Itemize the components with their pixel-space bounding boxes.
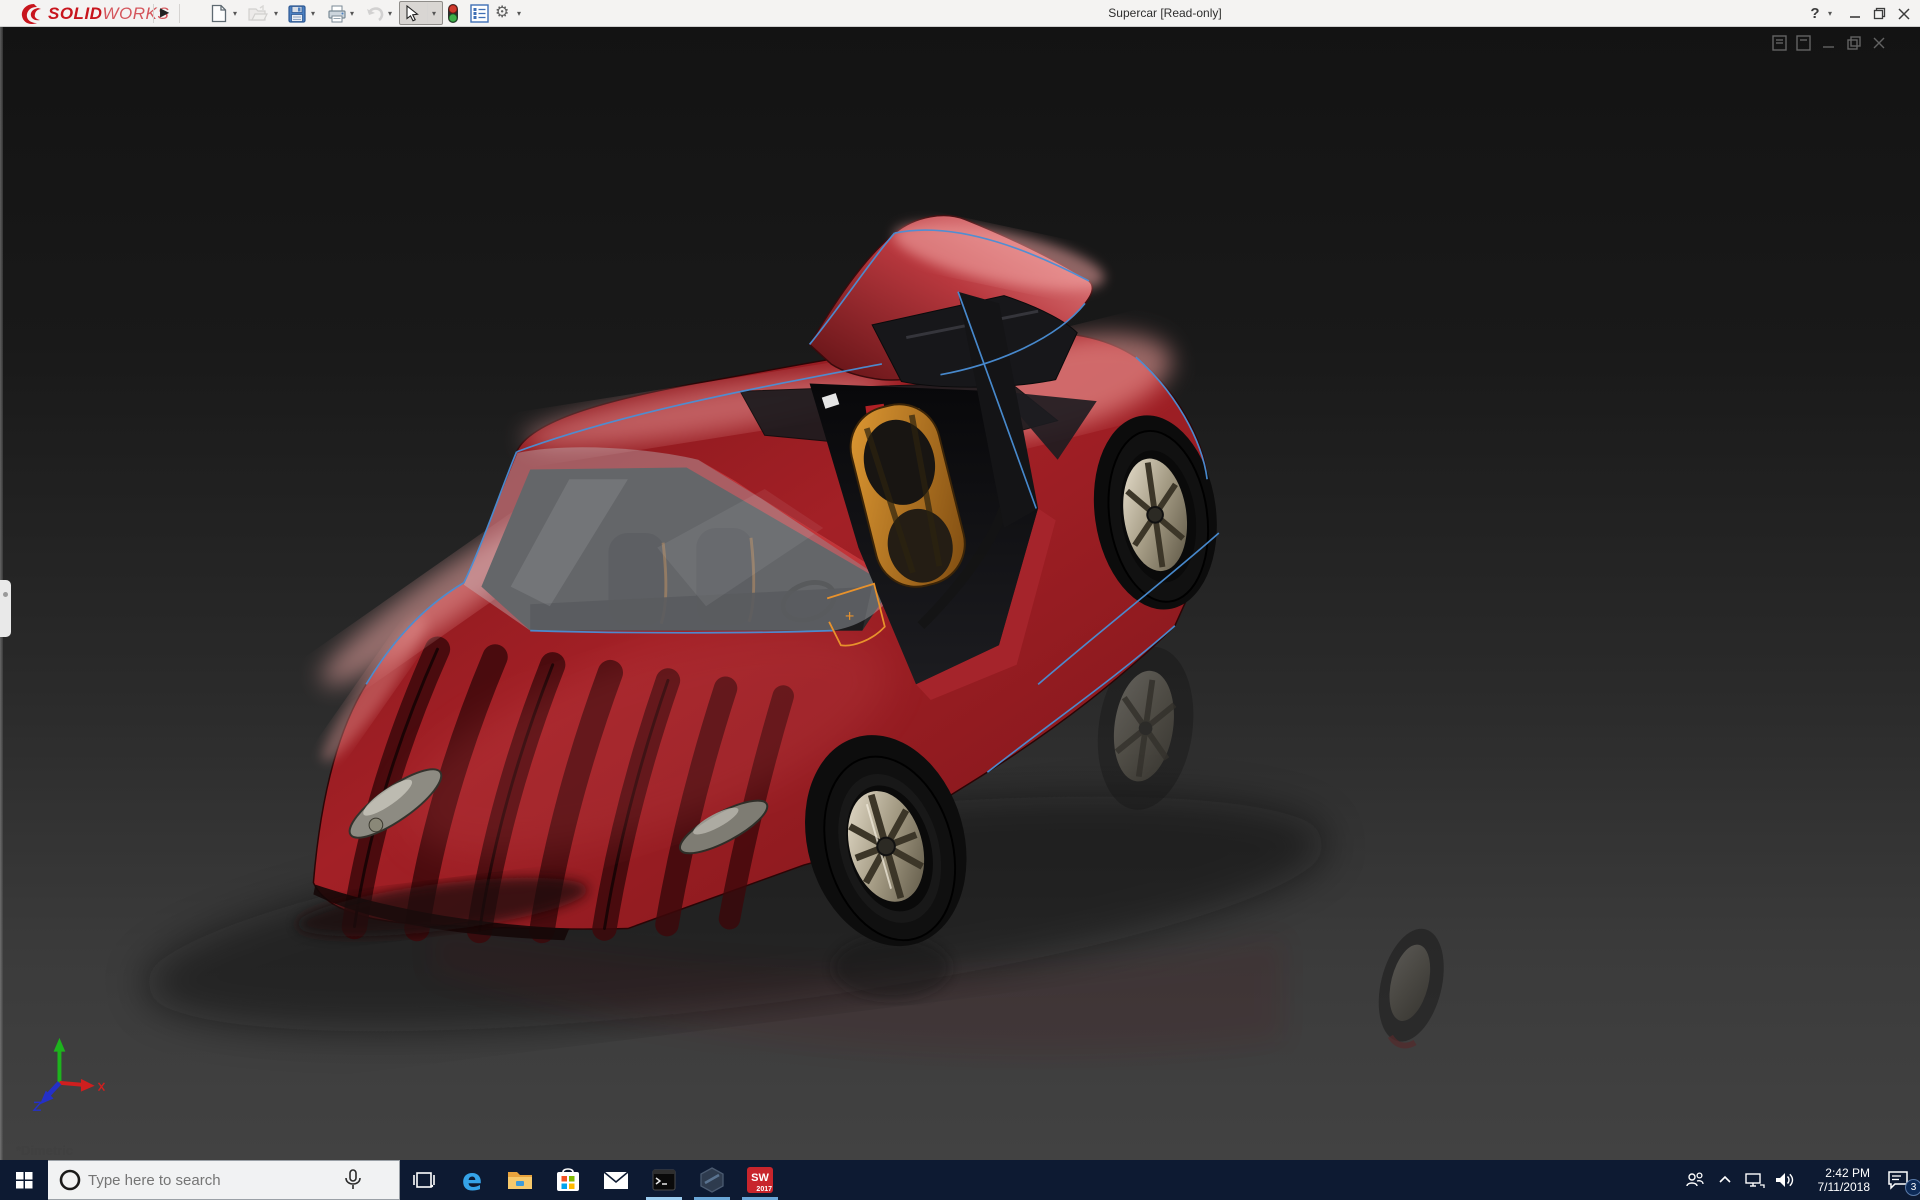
taskbar-search[interactable] [48,1160,400,1200]
taskbar-app-microsoft-store[interactable] [544,1160,592,1200]
select-cursor-icon [405,5,419,22]
separator [179,4,180,23]
new-document-button[interactable] [211,3,227,24]
taskbar-app-mail[interactable] [592,1160,640,1200]
document-window-controls [1770,31,1910,55]
supercar-3d-model[interactable] [0,27,1920,1160]
volume-button[interactable] [1770,1160,1800,1200]
new-dropdown-arrow[interactable]: ▾ [233,9,237,18]
save-button[interactable] [288,3,306,24]
action-center-button[interactable]: 3 [1876,1160,1920,1200]
solidworks-logo: SOLIDWORKS [18,3,169,25]
minimize-button[interactable] [1845,0,1865,27]
graphics-viewport[interactable]: *Dimetric [0,27,1920,1160]
taskbar-app-file-explorer[interactable] [496,1160,544,1200]
help-button[interactable]: ? [1806,0,1824,27]
network-button[interactable] [1740,1160,1770,1200]
select-tool-button[interactable] [405,3,419,24]
tray-overflow-button[interactable] [1710,1160,1740,1200]
restore-icon [1873,7,1886,20]
undo-button[interactable] [365,3,385,24]
solidworks-screen: SOLIDWORKS ▶ ▾ ▾ [0,0,1920,1200]
orientation-triad [34,1038,104,1110]
save-dropdown-arrow[interactable]: ▾ [311,9,315,18]
close-icon [1898,8,1910,20]
taskbar-clock[interactable]: 2:42 PM 7/11/2018 [1800,1166,1870,1194]
edrawings-hexagon-icon [699,1167,725,1193]
feature-manager-collapsed-tab[interactable] [0,580,11,637]
restore-button[interactable] [1869,0,1889,27]
open-folder-icon [248,5,268,23]
options-gear-icon: ⚙ [495,2,509,21]
command-prompt-icon [652,1169,676,1191]
panel-tab-dot [3,592,8,597]
windows-logo-icon [16,1172,33,1189]
options-button[interactable]: ⚙ [495,1,509,22]
microphone-icon[interactable] [338,1168,368,1192]
ds-3s-logo-icon [18,2,44,26]
options-dropdown-arrow[interactable]: ▾ [517,9,521,18]
brand-solid: SOLID [48,4,102,24]
file-explorer-icon [507,1169,533,1191]
volume-icon [1775,1172,1795,1188]
file-properties-button[interactable] [470,3,489,24]
network-icon [1745,1172,1765,1189]
new-document-icon [211,4,227,23]
help-dropdown-arrow[interactable]: ▾ [1828,9,1832,18]
microsoft-store-icon [555,1167,581,1193]
people-button[interactable] [1680,1160,1710,1200]
notification-badge: 3 [1905,1179,1920,1196]
system-tray: 2:42 PM 7/11/2018 3 [1680,1160,1920,1200]
doc-close-icon [1874,38,1884,48]
print-dropdown-arrow[interactable]: ▾ [350,9,354,18]
save-floppy-icon [288,5,306,23]
chevron-up-icon [1718,1175,1732,1185]
taskbar-app-solidworks-2017[interactable]: SW 2017 [736,1160,784,1200]
taskbar: e [0,1160,1920,1200]
undo-dropdown-arrow[interactable]: ▾ [388,9,392,18]
file-properties-icon [470,4,489,23]
print-button[interactable] [327,3,347,24]
print-icon [327,5,347,23]
taskbar-app-edrawings[interactable] [688,1160,736,1200]
close-button[interactable] [1894,0,1914,27]
document-title: Supercar [Read-only] [1040,6,1290,20]
titlebar: SOLIDWORKS ▶ ▾ ▾ [0,0,1920,27]
menu-flyout-arrow[interactable]: ▶ [160,5,169,19]
edge-icon: e [462,1163,482,1198]
taskbar-app-edge[interactable]: e [448,1160,496,1200]
rebuild-button[interactable] [446,3,460,24]
solidworks-2017-icon: SW 2017 [747,1167,773,1193]
mail-icon [603,1171,629,1190]
search-input[interactable] [88,1172,338,1189]
tray-time: 2:42 PM [1800,1166,1870,1180]
separator [153,4,154,23]
view-orientation-label: *Dimetric [16,1143,73,1158]
taskbar-app-command-prompt[interactable] [640,1160,688,1200]
task-view-button[interactable] [400,1160,448,1200]
open-button[interactable] [248,3,268,24]
start-button[interactable] [0,1160,48,1200]
cortana-icon [48,1168,88,1192]
open-dropdown-arrow[interactable]: ▾ [274,9,278,18]
minimize-icon [1849,8,1861,20]
tray-date: 7/11/2018 [1800,1180,1870,1194]
doc-restore-icon [1848,37,1860,49]
rebuild-traffic-light-icon [446,3,460,24]
task-view-icon [413,1171,435,1189]
document-b-icon [1797,36,1810,50]
undo-icon [365,5,385,22]
people-icon [1685,1171,1705,1189]
separator [427,3,428,23]
select-dropdown-arrow[interactable]: ▾ [432,9,436,18]
